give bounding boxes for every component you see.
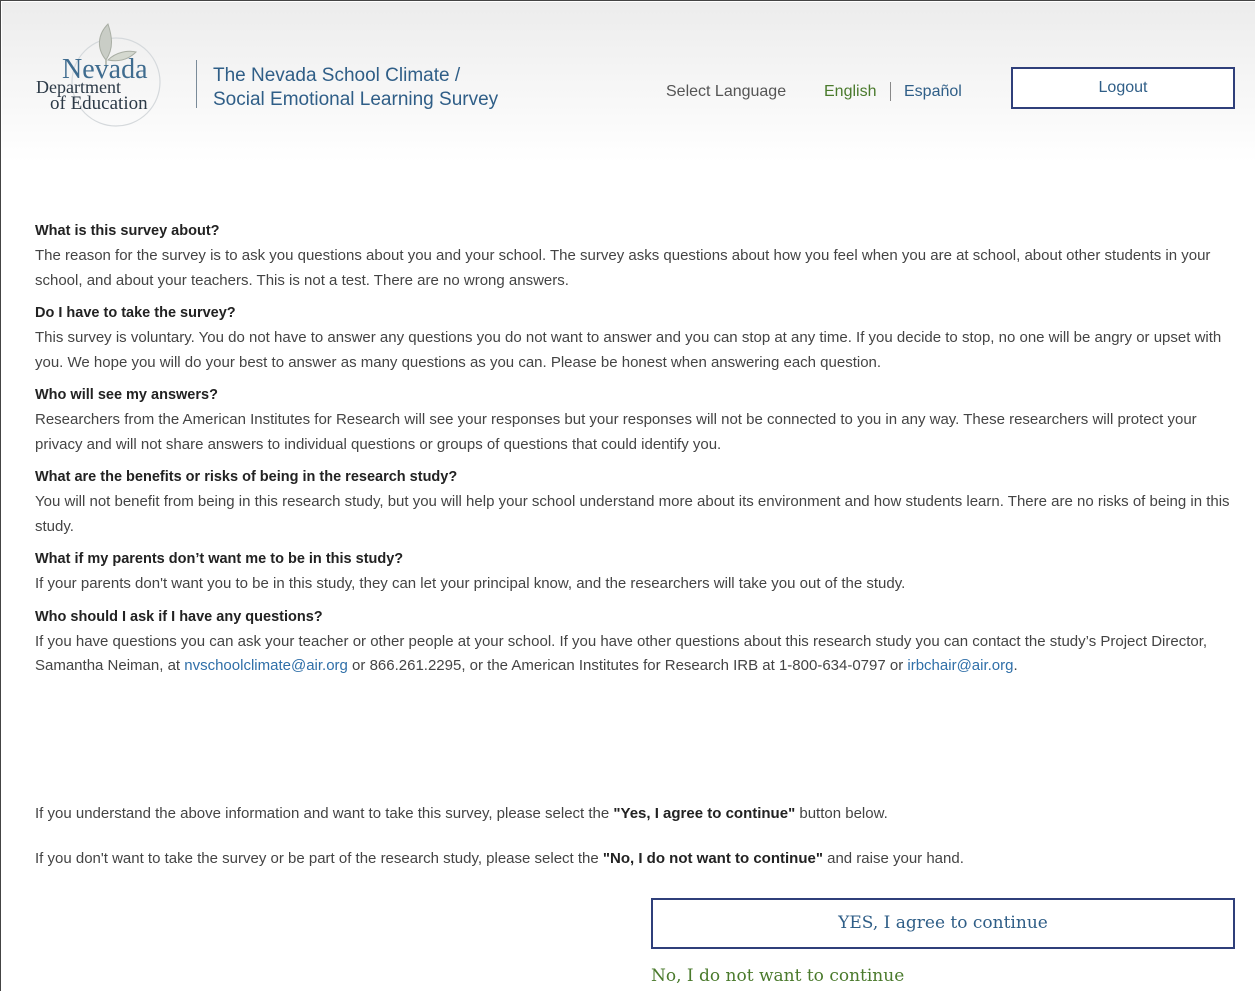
language-english-link[interactable]: English	[824, 82, 876, 102]
agree-text-post: button below.	[795, 805, 888, 822]
page-frame: Nevada Department of Education The Nevad…	[0, 0, 1255, 991]
section-take-survey: Do I have to take the survey? This surve…	[35, 305, 1241, 375]
section-heading: Who should I ask if I have any questions…	[35, 608, 323, 625]
decline-instruction: If you don't want to take the survey or …	[35, 847, 964, 871]
section-heading: Who will see my answers?	[35, 387, 218, 403]
section-body: Researchers from the American Institutes…	[35, 411, 1197, 453]
site-title-line2: Social Emotional Learning Survey	[213, 89, 499, 110]
decline-text-pre: If you don't want to take the survey or …	[35, 850, 603, 867]
select-language-label: Select Language	[666, 83, 787, 100]
logout-button[interactable]: Logout	[1011, 67, 1235, 109]
contact-text-part3: .	[1013, 657, 1018, 674]
nevada-doe-logo[interactable]: Nevada Department of Education	[36, 20, 186, 140]
no-decline-link[interactable]: No, I do not want to continue	[651, 965, 904, 987]
language-spanish-link[interactable]: Español	[904, 82, 962, 102]
header-divider	[196, 60, 197, 108]
section-body: This survey is voluntary. You do not hav…	[35, 329, 1222, 371]
email-link-nvschoolclimate[interactable]: nvschoolclimate@air.org	[184, 657, 348, 674]
agree-text-pre: If you understand the above information …	[35, 805, 614, 822]
logo-education-text: of Education	[50, 93, 148, 114]
section-body: If your parents don't want you to be in …	[35, 575, 906, 592]
site-title: The Nevada School Climate / Social Emoti…	[213, 64, 498, 112]
decline-text-post: and raise your hand.	[822, 850, 964, 867]
section-heading: What if my parents don’t want me to be i…	[35, 551, 404, 567]
section-heading: What is this survey about?	[35, 223, 220, 239]
section-body: The reason for the survey is to ask you …	[35, 247, 1211, 289]
section-heading: Do I have to take the survey?	[35, 305, 236, 321]
section-questions-contact: Who should I ask if I have any questions…	[35, 609, 1241, 679]
section-parents: What if my parents don’t want me to be i…	[35, 551, 1241, 597]
decline-text-bold: "No, I do not want to continue"	[602, 850, 823, 867]
consent-content: What is this survey about? The reason fo…	[35, 223, 1241, 691]
site-title-line1: The Nevada School Climate /	[213, 65, 461, 86]
section-who-sees-answers: Who will see my answers? Researchers fro…	[35, 387, 1241, 457]
section-survey-about: What is this survey about? The reason fo…	[35, 223, 1241, 293]
section-body: You will not benefit from being in this …	[35, 493, 1230, 535]
contact-text-part2: or 866.261.2295, or the American Institu…	[347, 657, 908, 674]
header: Nevada Department of Education The Nevad…	[2, 2, 1255, 162]
section-body: If you have questions you can ask your t…	[35, 630, 1241, 679]
section-heading: What are the benefits or risks of being …	[35, 469, 458, 485]
agree-text-bold: "Yes, I agree to continue"	[613, 805, 796, 822]
section-benefits-risks: What are the benefits or risks of being …	[35, 469, 1241, 539]
agree-instruction: If you understand the above information …	[35, 802, 888, 826]
language-separator	[890, 82, 891, 101]
email-link-irbchair[interactable]: irbchair@air.org	[907, 657, 1013, 674]
yes-agree-button[interactable]: YES, I agree to continue	[651, 898, 1235, 949]
